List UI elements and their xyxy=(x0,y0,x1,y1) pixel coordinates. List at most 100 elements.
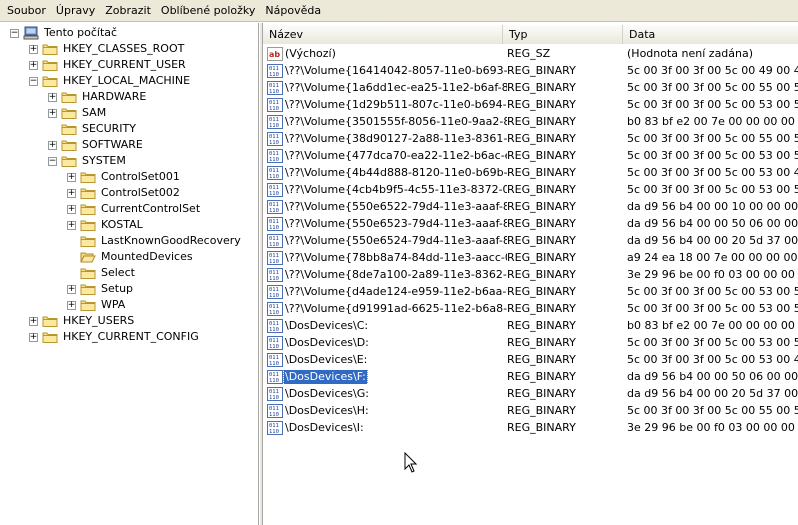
value-row[interactable]: 011 110 \??\Volume{550e6524-79d4-11e3-aaaf… xyxy=(267,232,798,249)
expand-plus-icon[interactable]: + xyxy=(48,92,57,102)
values-list[interactable]: Název Typ Data ab (Výchozí) REG_SZ (Hodnota… xyxy=(263,23,798,525)
value-row[interactable]: 011 110 \DosDevices\E: REG_BINARY 5c 00 3f 0… xyxy=(267,351,798,368)
collapse-minus-icon[interactable]: − xyxy=(10,28,19,38)
expand-plus-icon[interactable]: + xyxy=(48,108,57,118)
tree-node-select[interactable]: Select xyxy=(67,265,136,281)
collapse-minus-icon[interactable]: − xyxy=(48,156,57,166)
menu-item-2[interactable]: Zobrazit xyxy=(100,1,156,21)
value-row[interactable]: 011 110 \DosDevices\F: REG_BINARY da d9 56 b… xyxy=(267,368,798,385)
value-type: REG_BINARY xyxy=(507,115,576,128)
value-name-cell: 011 110 \??\Volume{550e6523-79d4-11e3-aaaf… xyxy=(267,216,507,231)
value-name: \??\Volume{78bb8a74-84dd-11e3-aacc-00... xyxy=(285,250,507,264)
tree-node-setup[interactable]: + Setup xyxy=(67,281,134,297)
value-row[interactable]: 011 110 \??\Volume{1d29b511-807c-11e0-b694… xyxy=(267,96,798,113)
binary-value-icon: 011 110 xyxy=(267,420,283,435)
expand-plus-icon[interactable]: + xyxy=(67,284,76,294)
binary-value-icon: 011 110 xyxy=(267,165,283,180)
value-row[interactable]: ab (Výchozí) REG_SZ (Hodnota není zadána) xyxy=(267,45,798,62)
value-row[interactable]: 011 110 \DosDevices\D: REG_BINARY 5c 00 3f 0… xyxy=(267,334,798,351)
value-row[interactable]: 011 110 \DosDevices\H: REG_BINARY 5c 00 3f 0… xyxy=(267,402,798,419)
expand-plus-icon[interactable]: + xyxy=(67,204,76,214)
value-row[interactable]: 011 110 \??\Volume{d4ade124-e959-11e2-b6aa… xyxy=(267,283,798,300)
value-row[interactable]: 011 110 \??\Volume{3501555f-8056-11e0-9aa2… xyxy=(267,113,798,130)
tree-node-hkey-users[interactable]: + HKEY_USERS xyxy=(29,313,135,329)
value-name-cell: 011 110 \??\Volume{38d90127-2a88-11e3-8361… xyxy=(267,131,507,146)
column-header-name[interactable]: Název xyxy=(263,25,503,44)
menu-item-1[interactable]: Úpravy xyxy=(51,1,100,21)
tree-node-currentcontrolset[interactable]: + CurrentControlSet xyxy=(67,201,201,217)
binary-value-icon: 011 110 xyxy=(267,386,283,401)
expand-plus-icon[interactable]: + xyxy=(29,316,38,326)
tree-node-controlset002[interactable]: + ControlSet002 xyxy=(67,185,181,201)
value-name-cell: 011 110 \DosDevices\G: xyxy=(267,386,507,401)
tree-node-system[interactable]: − SYSTEM xyxy=(48,153,127,169)
tree-node-hkey-local-machine[interactable]: − HKEY_LOCAL_MACHINE xyxy=(29,73,191,89)
expand-plus-icon[interactable]: + xyxy=(48,140,57,150)
value-row[interactable]: 011 110 \??\Volume{550e6522-79d4-11e3-aaaf… xyxy=(267,198,798,215)
menu-item-0[interactable]: Soubor xyxy=(2,1,51,21)
expand-plus-icon[interactable]: + xyxy=(29,60,38,70)
value-name: \??\Volume{1a6dd1ec-ea25-11e2-b6af-85... xyxy=(285,80,507,94)
tree-node-software[interactable]: + SOFTWARE xyxy=(48,137,144,153)
value-row[interactable]: 011 110 \DosDevices\C: REG_BINARY b0 83 bf e… xyxy=(267,317,798,334)
value-row[interactable]: 011 110 \??\Volume{8de7a100-2a89-11e3-8362… xyxy=(267,266,798,283)
column-header-data[interactable]: Data xyxy=(623,25,798,44)
value-row[interactable]: 011 110 \??\Volume{1a6dd1ec-ea25-11e2-b6af… xyxy=(267,79,798,96)
folder-icon xyxy=(80,170,96,184)
value-row[interactable]: 011 110 \??\Volume{78bb8a74-84dd-11e3-aacc… xyxy=(267,249,798,266)
value-row[interactable]: 011 110 \DosDevices\I: REG_BINARY 3e 29 96 b… xyxy=(267,419,798,436)
tree-node-lastknowngoodrecovery[interactable]: LastKnownGoodRecovery xyxy=(67,233,242,249)
expand-plus-icon[interactable]: + xyxy=(29,44,38,54)
value-name: \??\Volume{d91991ad-6625-11e2-b6a8-8... xyxy=(285,301,507,315)
value-row[interactable]: 011 110 \??\Volume{16414042-8057-11e0-b693… xyxy=(267,62,798,79)
expand-plus-icon[interactable]: + xyxy=(29,332,38,342)
tree-node-controlset001[interactable]: + ControlSet001 xyxy=(67,169,181,185)
value-name-cell: 011 110 \DosDevices\I: xyxy=(267,420,507,435)
value-name-cell: 011 110 \??\Volume{8de7a100-2a89-11e3-8362… xyxy=(267,267,507,282)
tree-node-label: ControlSet002 xyxy=(101,186,180,199)
tree-node-hkey-classes-root[interactable]: + HKEY_CLASSES_ROOT xyxy=(29,41,185,57)
value-name-cell: 011 110 \DosDevices\C: xyxy=(267,318,507,333)
tree-node-label: SOFTWARE xyxy=(82,138,143,151)
value-row[interactable]: 011 110 \??\Volume{550e6523-79d4-11e3-aaaf… xyxy=(267,215,798,232)
value-row[interactable]: 011 110 \??\Volume{477dca70-ea22-11e2-b6ac… xyxy=(267,147,798,164)
tree-node-hkey-current-user[interactable]: + HKEY_CURRENT_USER xyxy=(29,57,187,73)
tree-node-hardware[interactable]: + HARDWARE xyxy=(48,89,147,105)
value-row[interactable]: 011 110 \??\Volume{4cb4b9f5-4c55-11e3-8372… xyxy=(267,181,798,198)
open-folder-icon xyxy=(80,250,96,264)
value-name-cell: 011 110 \DosDevices\D: xyxy=(267,335,507,350)
tree-node-wpa[interactable]: + WPA xyxy=(67,297,126,313)
tree-node-kostal[interactable]: + KOSTAL xyxy=(67,217,144,233)
tree-node-mounteddevices[interactable]: MountedDevices xyxy=(67,249,194,265)
binary-value-icon: 011 110 xyxy=(267,301,283,316)
tree-node-tento-po-ta-[interactable]: − Tento počítač xyxy=(10,25,118,41)
tree-node-label: CurrentControlSet xyxy=(101,202,201,215)
tree-node-security[interactable]: SECURITY xyxy=(48,121,137,137)
folder-icon xyxy=(61,154,77,168)
value-type: REG_BINARY xyxy=(507,64,576,77)
tree-node-label: HKEY_CURRENT_CONFIG xyxy=(63,330,199,343)
value-row[interactable]: 011 110 \DosDevices\G: REG_BINARY da d9 56 b… xyxy=(267,385,798,402)
value-name: \??\Volume{4b44d888-8120-11e0-b69b-7... xyxy=(285,165,507,179)
menu-bar: Soubor Úpravy Zobrazit Oblíbené položky Nápo… xyxy=(0,0,798,22)
expand-plus-icon[interactable]: + xyxy=(67,188,76,198)
value-data: 5c 00 3f 00 3f 00 5c 00 53 00 54 00 xyxy=(627,302,798,315)
column-header-type[interactable]: Typ xyxy=(503,25,623,44)
value-row[interactable]: 011 110 \??\Volume{38d90127-2a88-11e3-8361… xyxy=(267,130,798,147)
value-type: REG_BINARY xyxy=(507,183,576,196)
folder-icon xyxy=(80,218,96,232)
registry-tree[interactable]: − Tento počítač + HKEY_CLASSES_ROOT + HKEY_CU… xyxy=(0,23,259,525)
expand-plus-icon[interactable]: + xyxy=(67,220,76,230)
tree-node-hkey-current-config[interactable]: + HKEY_CURRENT_CONFIG xyxy=(29,329,200,345)
binary-value-icon: 011 110 xyxy=(267,318,283,333)
tree-node-sam[interactable]: + SAM xyxy=(48,105,107,121)
menu-item-4[interactable]: Nápověda xyxy=(260,1,326,21)
value-row[interactable]: 011 110 \??\Volume{d91991ad-6625-11e2-b6a8… xyxy=(267,300,798,317)
tree-node-label: KOSTAL xyxy=(101,218,143,231)
menu-item-3[interactable]: Oblíbené položky xyxy=(156,1,261,21)
expand-plus-icon[interactable]: + xyxy=(67,300,76,310)
collapse-minus-icon[interactable]: − xyxy=(29,76,38,86)
expand-plus-icon[interactable]: + xyxy=(67,172,76,182)
value-row[interactable]: 011 110 \??\Volume{4b44d888-8120-11e0-b69b… xyxy=(267,164,798,181)
value-type: REG_BINARY xyxy=(507,285,576,298)
